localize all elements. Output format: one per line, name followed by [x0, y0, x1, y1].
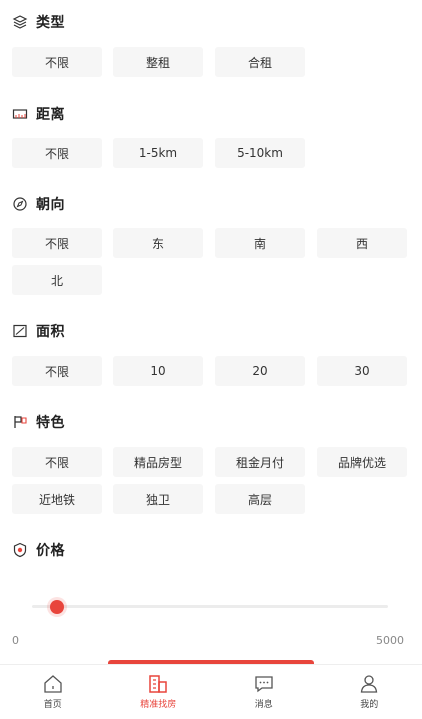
orientation-option-north[interactable]: 北: [12, 265, 102, 295]
section-distance-title: 距离: [36, 107, 65, 123]
price-slider-track[interactable]: [32, 605, 388, 608]
building-icon: [147, 673, 169, 695]
distance-option-1-5km[interactable]: 1-5km: [113, 138, 203, 168]
feature-option-near-subway[interactable]: 近地铁: [12, 484, 102, 514]
compass-icon: [12, 196, 28, 212]
area-option-any[interactable]: 不限: [12, 356, 102, 386]
section-orientation-header: 朝向: [12, 194, 65, 214]
tab-messages-label: 消息: [254, 700, 273, 710]
section-type-title: 类型: [36, 15, 65, 31]
feature-option-any[interactable]: 不限: [12, 447, 102, 477]
user-icon: [358, 673, 380, 695]
section-distance-header: 距离: [12, 104, 65, 124]
tab-mine[interactable]: 我的: [317, 665, 422, 719]
section-price-header: 价格: [12, 540, 65, 560]
tab-home[interactable]: 首页: [0, 665, 106, 719]
section-orientation-title: 朝向: [36, 197, 65, 213]
feature-option-private-bath[interactable]: 独卫: [113, 484, 203, 514]
section-type-header: 类型: [12, 12, 65, 32]
message-icon: [253, 673, 275, 695]
area-option-20[interactable]: 20: [215, 356, 305, 386]
tab-messages[interactable]: 消息: [211, 665, 317, 719]
type-option-shared[interactable]: 合租: [215, 47, 305, 77]
orientation-option-any[interactable]: 不限: [12, 228, 102, 258]
section-feature-header: 特色: [12, 412, 65, 432]
layers-icon: [12, 14, 28, 30]
area-icon: [12, 323, 28, 339]
area-option-10[interactable]: 10: [113, 356, 203, 386]
type-option-whole[interactable]: 整租: [113, 47, 203, 77]
flag-icon: [12, 414, 28, 430]
section-area-title: 面积: [36, 324, 65, 340]
orientation-option-west[interactable]: 西: [317, 228, 407, 258]
home-icon: [42, 673, 64, 695]
area-option-30[interactable]: 30: [317, 356, 407, 386]
feature-option-brand-select[interactable]: 品牌优选: [317, 447, 407, 477]
distance-option-5-10km[interactable]: 5-10km: [215, 138, 305, 168]
tab-home-label: 首页: [43, 700, 62, 710]
type-option-any[interactable]: 不限: [12, 47, 102, 77]
section-feature-title: 特色: [36, 415, 65, 431]
orientation-option-east[interactable]: 东: [113, 228, 203, 258]
price-max-label: 5000: [376, 634, 404, 647]
distance-option-any[interactable]: 不限: [12, 138, 102, 168]
section-area-header: 面积: [12, 321, 65, 341]
tab-precise-search[interactable]: 精准找房: [106, 665, 212, 719]
tab-mine-label: 我的: [360, 700, 379, 710]
feature-option-monthly-rent[interactable]: 租金月付: [215, 447, 305, 477]
price-slider-handle[interactable]: [49, 600, 64, 614]
bottom-tab-bar: 首页 精准找房 消息 我的: [0, 664, 422, 719]
ruler-icon: [12, 106, 28, 122]
feature-option-high-floor[interactable]: 高层: [215, 484, 305, 514]
section-price-title: 价格: [36, 543, 65, 559]
price-shield-icon: [12, 542, 28, 558]
orientation-option-south[interactable]: 南: [215, 228, 305, 258]
price-min-label: 0: [12, 634, 19, 647]
feature-option-premium-room[interactable]: 精品房型: [113, 447, 203, 477]
tab-precise-search-label: 精准找房: [140, 700, 177, 710]
